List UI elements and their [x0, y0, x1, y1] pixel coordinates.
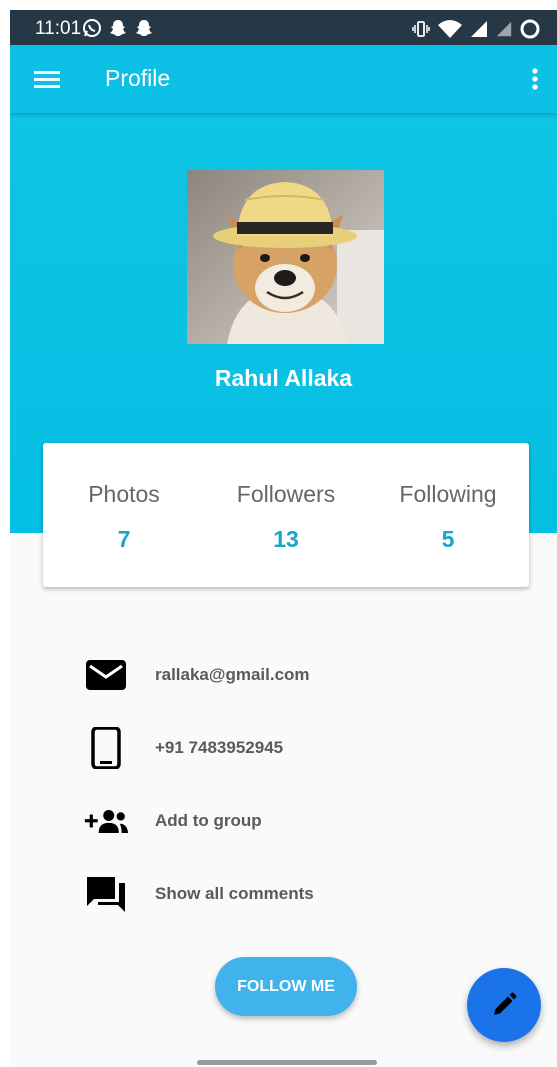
avatar[interactable]: [187, 170, 384, 344]
stats-card: Photos 7 Followers 13 Following 5: [43, 443, 529, 587]
stat-label: Following: [399, 481, 497, 507]
battery-icon: [520, 19, 540, 39]
stat-label: Photos: [88, 481, 160, 507]
avatar-dog-image: [187, 170, 384, 344]
app-bar: Profile: [10, 45, 557, 113]
comments-icon: [83, 874, 129, 914]
phone-icon: [83, 727, 129, 769]
email-icon: [83, 655, 129, 695]
hamburger-menu-icon[interactable]: [32, 65, 62, 93]
phone-row[interactable]: +91 7483952945: [83, 727, 543, 769]
gesture-home-bar[interactable]: [197, 1060, 377, 1065]
signal-icon: [496, 21, 512, 37]
signal-icon: [471, 21, 487, 37]
snapchat-icon: [110, 20, 126, 36]
status-time: 11:01: [35, 18, 82, 39]
app-frame: 11:01 Profile Rahul Allaka Photos 7 Foll…: [10, 10, 557, 1067]
show-comments-text: Show all comments: [155, 884, 314, 903]
status-system-icons: [411, 18, 541, 40]
add-to-group-text: Add to group: [155, 811, 262, 830]
email-text: rallaka@gmail.com: [155, 665, 310, 684]
stat-value: 5: [441, 526, 455, 552]
stat-following[interactable]: Following 5: [367, 481, 529, 553]
show-comments-row[interactable]: Show all comments: [83, 874, 543, 914]
more-vertical-icon[interactable]: [527, 65, 543, 93]
follow-me-button[interactable]: FOLLOW ME: [215, 957, 357, 1016]
snapchat-icon: [136, 20, 152, 36]
stat-value: 7: [117, 526, 131, 552]
status-notification-icons: [82, 18, 154, 38]
edit-pencil-icon: [494, 992, 517, 1015]
stat-label: Followers: [236, 481, 336, 507]
wifi-icon: [438, 20, 462, 38]
edit-fab-button[interactable]: [467, 968, 541, 1042]
stat-photos[interactable]: Photos 7: [43, 481, 205, 553]
page-title: Profile: [105, 65, 171, 91]
stat-followers[interactable]: Followers 13: [205, 481, 367, 553]
status-bar: 11:01: [10, 10, 557, 45]
stat-value: 13: [273, 526, 299, 552]
add-to-group-row[interactable]: Add to group: [83, 801, 543, 841]
phone-text: +91 7483952945: [155, 738, 284, 757]
whatsapp-icon: [83, 19, 101, 37]
profile-name: Rahul Allaka: [214, 365, 353, 391]
add-group-icon: [83, 801, 129, 841]
vibrate-icon: [412, 21, 430, 37]
email-row[interactable]: rallaka@gmail.com: [83, 655, 543, 695]
